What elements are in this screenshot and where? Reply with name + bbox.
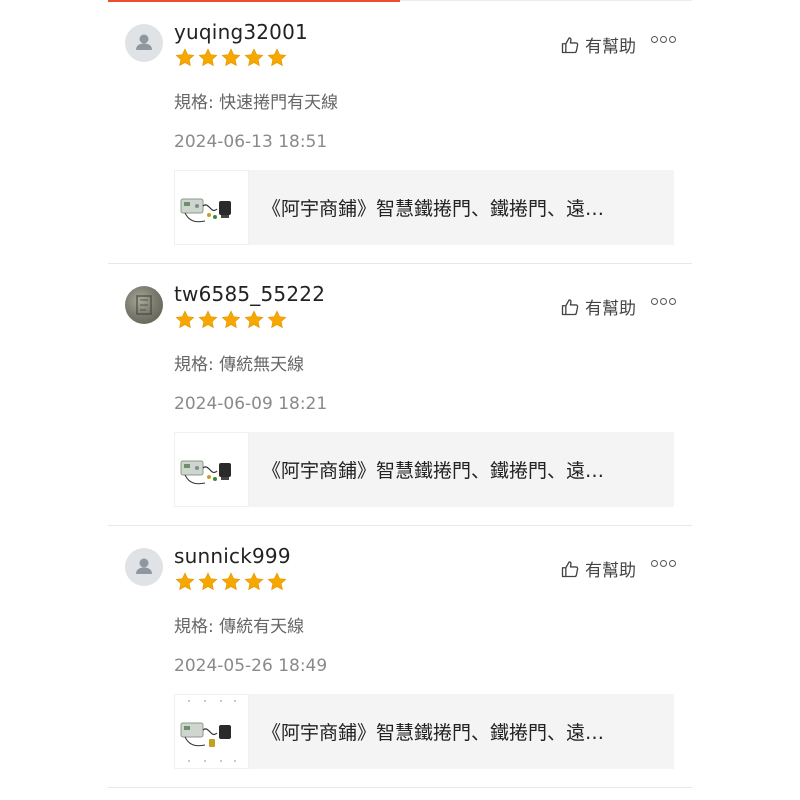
reviewer-username[interactable]: tw6585_55222 xyxy=(174,282,325,306)
star-icon xyxy=(267,48,287,67)
star-icon xyxy=(175,572,195,591)
star-icon xyxy=(221,572,241,591)
helpful-label: 有幫助 xyxy=(585,37,636,57)
star-icon xyxy=(267,572,287,591)
review-timestamp: 2024-06-13 18:51 xyxy=(174,132,328,152)
star-icon xyxy=(244,48,264,67)
thumbs-up-icon xyxy=(561,560,579,577)
star-icon xyxy=(221,48,241,67)
product-variation: 規格: 傳統無天線 xyxy=(174,355,305,375)
star-icon xyxy=(221,310,241,329)
product-thumbnail xyxy=(174,432,249,507)
product-variation: 規格: 傳統有天線 xyxy=(174,617,305,637)
star-icon xyxy=(175,310,195,329)
helpful-button[interactable]: 有幫助 xyxy=(560,32,636,57)
review-timestamp: 2024-06-09 18:21 xyxy=(174,394,328,414)
photo-avatar[interactable] xyxy=(125,286,163,324)
product-link-card[interactable]: 《阿宇商鋪》智慧鐵捲門、鐵捲門、遠… xyxy=(174,432,674,507)
more-options-icon[interactable] xyxy=(651,298,676,305)
review-item: sunnick999 有幫助 規格: 傳統有天線 2024-05-26 18:4… xyxy=(108,526,692,788)
product-title: 《阿宇商鋪》智慧鐵捲門、鐵捲門、遠… xyxy=(262,722,605,744)
tab-divider xyxy=(400,0,692,1)
star-icon xyxy=(198,572,218,591)
star-icon xyxy=(175,48,195,67)
helpful-button[interactable]: 有幫助 xyxy=(560,294,636,319)
thumbs-up-icon xyxy=(561,36,579,53)
default-avatar-icon[interactable] xyxy=(125,24,163,62)
product-link-card[interactable]: 《阿宇商鋪》智慧鐵捲門、鐵捲門、遠… xyxy=(174,694,674,769)
star-rating xyxy=(174,47,288,69)
star-icon xyxy=(267,310,287,329)
helpful-label: 有幫助 xyxy=(585,299,636,319)
product-thumbnail xyxy=(174,694,249,769)
star-icon xyxy=(198,48,218,67)
product-title: 《阿宇商鋪》智慧鐵捲門、鐵捲門、遠… xyxy=(262,460,605,482)
star-rating xyxy=(174,571,288,593)
more-options-icon[interactable] xyxy=(651,560,676,567)
product-thumbnail xyxy=(174,170,249,245)
review-item: yuqing32001 有幫助 規格: 快速捲門有天線 2024-06-13 1… xyxy=(108,2,692,264)
helpful-button[interactable]: 有幫助 xyxy=(560,556,636,581)
thumbs-up-icon xyxy=(561,298,579,315)
more-options-icon[interactable] xyxy=(651,36,676,43)
reviewer-username[interactable]: yuqing32001 xyxy=(174,20,308,44)
review-divider xyxy=(108,787,692,788)
default-avatar-icon[interactable] xyxy=(125,548,163,586)
review-timestamp: 2024-05-26 18:49 xyxy=(174,656,328,676)
star-icon xyxy=(244,572,264,591)
star-icon xyxy=(244,310,264,329)
product-title: 《阿宇商鋪》智慧鐵捲門、鐵捲門、遠… xyxy=(262,198,605,220)
product-link-card[interactable]: 《阿宇商鋪》智慧鐵捲門、鐵捲門、遠… xyxy=(174,170,674,245)
helpful-label: 有幫助 xyxy=(585,561,636,581)
star-rating xyxy=(174,309,288,331)
star-icon xyxy=(198,310,218,329)
product-variation: 規格: 快速捲門有天線 xyxy=(174,93,339,113)
review-list-page: yuqing32001 有幫助 規格: 快速捲門有天線 2024-06-13 1… xyxy=(0,0,800,800)
review-item: tw6585_55222 有幫助 規格: 傳統無天線 2024-06-09 18… xyxy=(108,264,692,526)
reviewer-username[interactable]: sunnick999 xyxy=(174,544,291,568)
